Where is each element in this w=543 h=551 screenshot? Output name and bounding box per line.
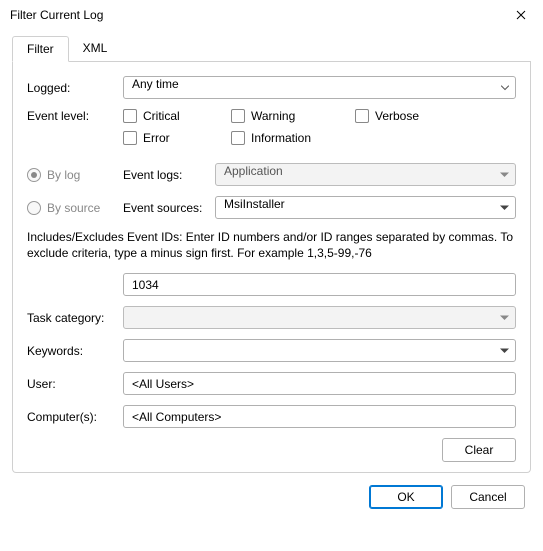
event-logs-label: Event logs: — [123, 168, 215, 182]
checkbox-error[interactable]: Error — [123, 131, 207, 145]
chevron-down-icon — [501, 85, 509, 90]
event-logs-select: Application — [215, 163, 516, 186]
event-ids-help-text: Includes/Excludes Event IDs: Enter ID nu… — [27, 229, 516, 261]
logged-value: Any time — [132, 77, 179, 91]
checkbox-critical[interactable]: Critical — [123, 109, 207, 123]
checkbox-verbose[interactable]: Verbose — [355, 109, 419, 123]
radio-by-log: By log — [27, 168, 123, 182]
cancel-button[interactable]: Cancel — [451, 485, 525, 509]
checkbox-warning[interactable]: Warning — [231, 109, 331, 123]
event-ids-input[interactable] — [123, 273, 516, 296]
event-sources-select[interactable]: MsiInstaller — [215, 196, 516, 219]
checkbox-icon — [355, 109, 369, 123]
clear-button[interactable]: Clear — [442, 438, 516, 462]
event-sources-label: Event sources: — [123, 201, 215, 215]
user-input[interactable] — [123, 372, 516, 395]
user-label: User: — [27, 377, 123, 391]
radio-by-source: By source — [27, 201, 123, 215]
radio-icon — [27, 168, 41, 182]
checkbox-icon — [123, 131, 137, 145]
keywords-select[interactable] — [123, 339, 516, 362]
ok-button[interactable]: OK — [369, 485, 443, 509]
event-level-label: Event level: — [27, 109, 123, 123]
close-button[interactable] — [499, 0, 543, 30]
checkbox-icon — [123, 109, 137, 123]
radio-icon — [27, 201, 41, 215]
logged-select[interactable]: Any time — [123, 76, 516, 99]
checkbox-information[interactable]: Information — [231, 131, 311, 145]
tab-filter[interactable]: Filter — [12, 36, 69, 62]
computers-label: Computer(s): — [27, 410, 123, 424]
filter-pane: Logged: Any time Event level: Critical W… — [12, 62, 531, 473]
titlebar: Filter Current Log — [0, 0, 543, 30]
logged-label: Logged: — [27, 81, 123, 95]
chevron-down-icon — [500, 205, 509, 210]
computers-input[interactable] — [123, 405, 516, 428]
chevron-down-icon — [500, 348, 509, 353]
event-sources-value: MsiInstaller — [224, 197, 285, 211]
event-logs-value: Application — [224, 164, 283, 178]
task-category-label: Task category: — [27, 311, 123, 325]
task-category-select — [123, 306, 516, 329]
tab-xml[interactable]: XML — [69, 36, 122, 61]
keywords-label: Keywords: — [27, 344, 123, 358]
chevron-down-icon — [500, 172, 509, 177]
checkbox-icon — [231, 131, 245, 145]
close-icon — [516, 10, 526, 20]
checkbox-icon — [231, 109, 245, 123]
window-title: Filter Current Log — [10, 8, 103, 22]
tab-strip: Filter XML — [12, 36, 531, 62]
chevron-down-icon — [500, 315, 509, 320]
dialog-footer: OK Cancel — [0, 473, 543, 509]
